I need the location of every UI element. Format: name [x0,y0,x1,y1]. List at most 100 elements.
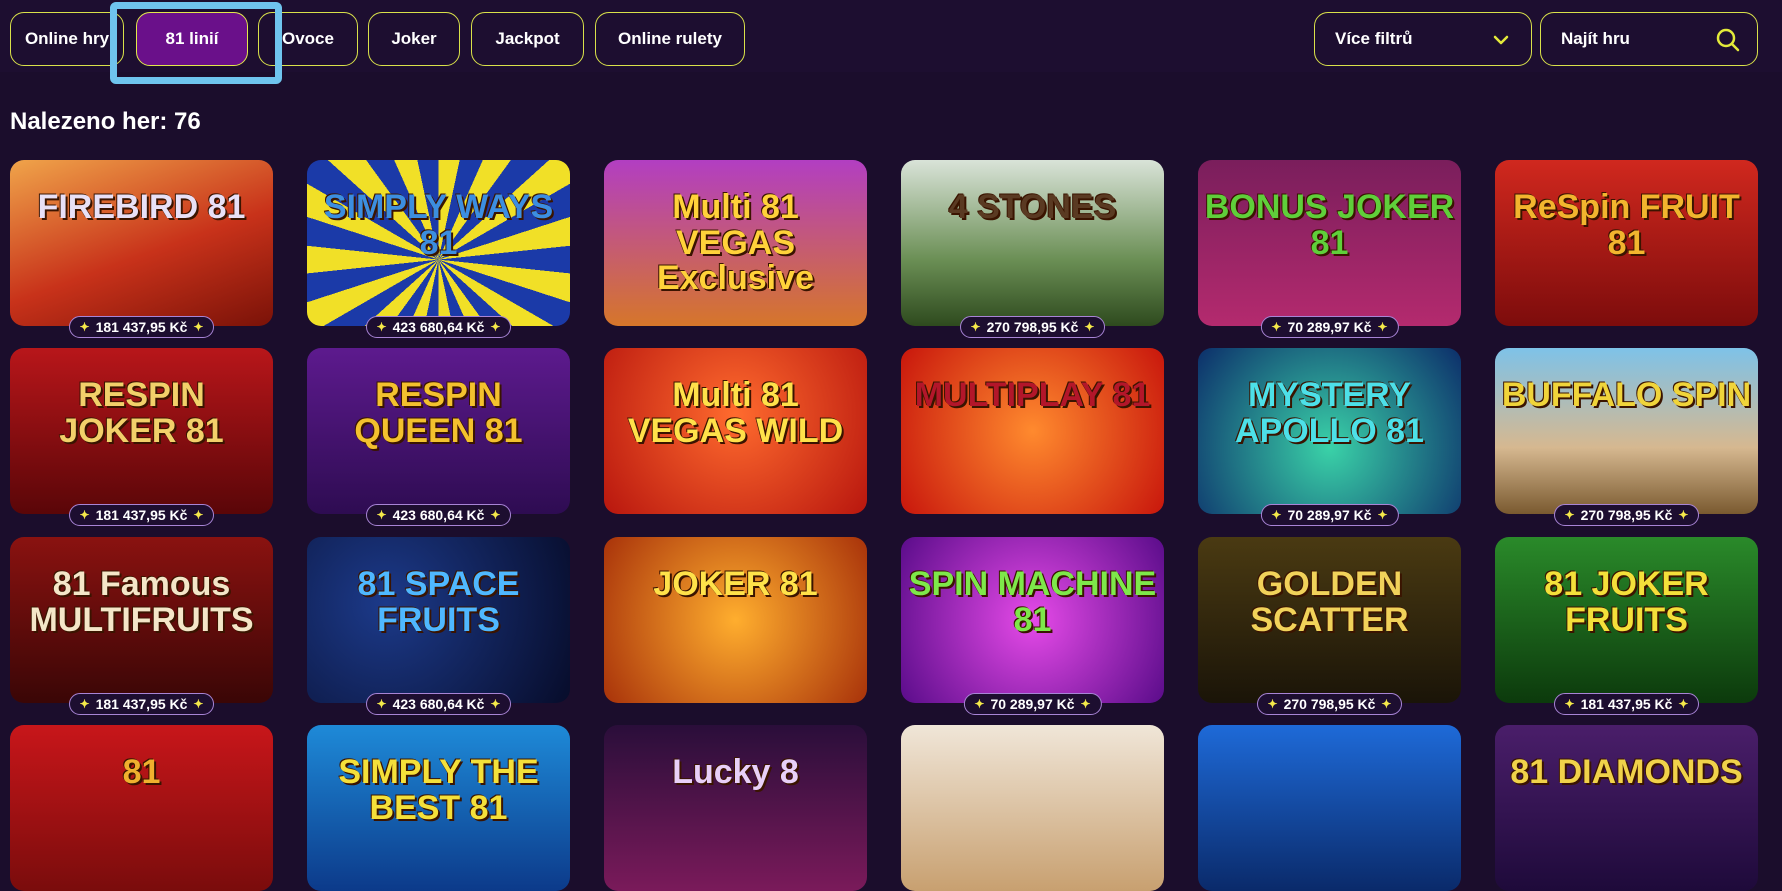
tab-jackpot[interactable]: Jackpot [471,12,584,66]
sparkle-icon: ✦ [79,320,90,334]
game-tile[interactable]: 81 JOKER FRUITS [1495,537,1758,703]
more-filters-dropdown[interactable]: Více filtrů [1314,12,1532,66]
jackpot-badge: ✦ 70 289,97 Kč ✦ [1260,504,1399,526]
sparkle-icon: ✦ [1678,697,1689,711]
chevron-down-icon [1491,30,1511,55]
game-title: SPIN MACHINE 81 [908,565,1157,639]
jackpot-badge: ✦ 70 289,97 Kč ✦ [963,693,1102,715]
game-title: 81 Famous MULTIFRUITS [29,565,254,639]
game-tile[interactable]: JOKER 81 [604,537,867,703]
game-title: MULTIPLAY 81 [914,376,1151,414]
game-tile[interactable]: SPIN MACHINE 81 [901,537,1164,703]
game-tile[interactable]: SIMPLY THE BEST 81 [307,725,570,891]
search-input[interactable]: Najít hru [1540,12,1758,66]
game-tile[interactable] [1198,725,1461,891]
jackpot-badge: ✦ 181 437,95 Kč ✦ [68,504,215,526]
game-title: SIMPLY WAYS 81 [323,188,554,262]
search-icon[interactable] [1715,27,1741,58]
jackpot-badge: ✦ 270 798,95 Kč ✦ [959,316,1106,338]
sparkle-icon: ✦ [1271,508,1282,522]
sparkle-icon: ✦ [490,508,501,522]
game-title: GOLDEN SCATTER [1250,565,1409,639]
jackpot-amount: 70 289,97 Kč [990,696,1075,712]
sparkle-icon: ✦ [193,320,204,334]
sparkle-icon: ✦ [1080,697,1091,711]
game-tile[interactable]: FIREBIRD 81 [10,160,273,326]
sparkle-icon: ✦ [376,508,387,522]
game-title: Lucky 8 [672,753,799,791]
game-title: BUFFALO SPIN [1501,376,1752,414]
game-title: RESPIN QUEEN 81 [354,376,523,450]
game-tile[interactable]: Multi 81 VEGAS Exclusive [604,160,867,326]
game-title: Multi 81 VEGAS Exclusive [657,188,814,298]
game-title: 81 DIAMONDS [1510,753,1743,791]
game-tile[interactable]: Lucky 8 [604,725,867,891]
game-tile[interactable]: 81 DIAMONDS [1495,725,1758,891]
tab-joker[interactable]: Joker [368,12,460,66]
jackpot-amount: 270 798,95 Kč [1580,507,1673,523]
jackpot-amount: 270 798,95 Kč [1283,696,1376,712]
sparkle-icon: ✦ [970,320,981,334]
tab-online-rulety[interactable]: Online rulety [595,12,745,66]
game-title: 81 SPACE FRUITS [357,565,520,639]
sparkle-icon: ✦ [376,697,387,711]
sparkle-icon: ✦ [1564,508,1575,522]
jackpot-amount: 423 680,64 Kč [392,319,485,335]
game-tile[interactable]: SIMPLY WAYS 81 [307,160,570,326]
jackpot-amount: 70 289,97 Kč [1287,319,1372,335]
jackpot-badge: ✦ 181 437,95 Kč ✦ [1553,693,1700,715]
game-title: BONUS JOKER 81 [1204,188,1455,262]
sparkle-icon: ✦ [1564,697,1575,711]
game-title: SIMPLY THE BEST 81 [338,753,539,827]
game-title: RESPIN JOKER 81 [59,376,224,450]
jackpot-badge: ✦ 181 437,95 Kč ✦ [68,316,215,338]
game-tile[interactable]: 81 [10,725,273,891]
jackpot-amount: 270 798,95 Kč [986,319,1079,335]
jackpot-amount: 70 289,97 Kč [1287,507,1372,523]
search-placeholder: Najít hru [1561,29,1630,48]
game-tile[interactable]: MULTIPLAY 81 [901,348,1164,514]
more-filters-label: Více filtrů [1335,29,1413,48]
game-tile[interactable]: 4 STONES [901,160,1164,326]
game-title: ReSpin FRUIT 81 [1513,188,1740,262]
sparkle-icon: ✦ [79,697,90,711]
sparkle-icon: ✦ [1271,320,1282,334]
sparkle-icon: ✦ [79,508,90,522]
game-tile[interactable]: RESPIN JOKER 81 [10,348,273,514]
jackpot-badge: ✦ 423 680,64 Kč ✦ [365,504,512,526]
game-tile[interactable]: 81 SPACE FRUITS [307,537,570,703]
game-title: 4 STONES [948,188,1117,226]
sparkle-icon: ✦ [1678,508,1689,522]
game-tile[interactable]: BUFFALO SPIN [1495,348,1758,514]
game-title: JOKER 81 [653,565,818,603]
sparkle-icon: ✦ [1084,320,1095,334]
sparkle-icon: ✦ [490,697,501,711]
jackpot-badge: ✦ 181 437,95 Kč ✦ [68,693,215,715]
game-title: 81 JOKER FRUITS [1544,565,1709,639]
jackpot-amount: 181 437,95 Kč [1580,696,1673,712]
game-tile[interactable]: 81 Famous MULTIFRUITS [10,537,273,703]
tab-online-hry[interactable]: Online hry [10,12,124,66]
game-title: Multi 81 VEGAS WILD [627,376,844,450]
game-title: 81 [122,753,161,791]
jackpot-badge: ✦ 270 798,95 Kč ✦ [1553,504,1700,526]
game-title: MYSTERY APOLLO 81 [1235,376,1424,450]
sparkle-icon: ✦ [490,320,501,334]
sparkle-icon: ✦ [376,320,387,334]
sparkle-icon: ✦ [193,508,204,522]
sparkle-icon: ✦ [1377,508,1388,522]
game-tile[interactable]: BONUS JOKER 81 [1198,160,1461,326]
game-tile[interactable]: ReSpin FRUIT 81 [1495,160,1758,326]
game-tile[interactable]: RESPIN QUEEN 81 [307,348,570,514]
jackpot-amount: 181 437,95 Kč [95,507,188,523]
jackpot-badge: ✦ 70 289,97 Kč ✦ [1260,316,1399,338]
results-count: Nalezeno her: 76 [10,108,201,135]
jackpot-badge: ✦ 270 798,95 Kč ✦ [1256,693,1403,715]
game-tile[interactable]: Multi 81 VEGAS WILD [604,348,867,514]
game-tile[interactable]: GOLDEN SCATTER [1198,537,1461,703]
game-tile[interactable] [901,725,1164,891]
sparkle-icon: ✦ [974,697,985,711]
jackpot-amount: 423 680,64 Kč [392,507,485,523]
sparkle-icon: ✦ [193,697,204,711]
game-tile[interactable]: MYSTERY APOLLO 81 [1198,348,1461,514]
